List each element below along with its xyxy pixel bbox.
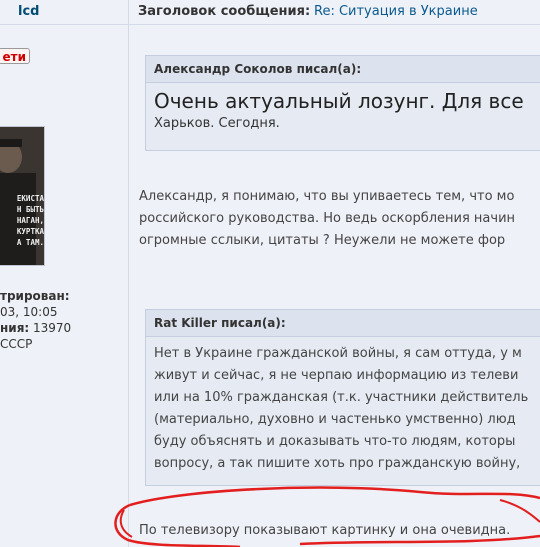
posts-count-row: ния: 13970 xyxy=(0,320,128,336)
avatar-line: А ТАМ. xyxy=(16,238,44,247)
posts-count: 13970 xyxy=(29,321,72,335)
quote-line: (материально, духовно и частенько умстве… xyxy=(154,412,516,427)
user-info: трирован: 03, 10:05 ния: 13970 СССР xyxy=(0,288,128,352)
quote-line: Нет в Украине гражданской войны, я сам о… xyxy=(154,346,522,361)
reply-text: Александр, я понимаю, что вы упиваетесь … xyxy=(139,186,515,252)
quote-author: Rat Killer писал(а): xyxy=(146,310,540,337)
quote-content: Нет в Украине гражданской войны, я сам о… xyxy=(146,337,540,481)
avatar-line: НАГАН, xyxy=(16,216,44,225)
quote-line: или на 10% гражданская (т.к. участники д… xyxy=(154,390,529,405)
reply-line: огромные сслыки, цитаты ? Неужели не мож… xyxy=(139,233,506,248)
quote-caption: Харьков. Сегодня. xyxy=(154,116,280,131)
posts-label: ния: xyxy=(0,321,30,335)
final-statement: По телевизору показывают картинку и она … xyxy=(139,523,511,538)
column-divider xyxy=(128,0,129,547)
location: СССР xyxy=(0,337,33,351)
user-profile-column xyxy=(0,0,128,547)
quote-heading-text: Очень актуальный лозунг. Для все xyxy=(154,89,524,113)
quote-line: живут и сейчас, я не черпаю информацию и… xyxy=(154,368,519,383)
avatar-caption: ЕКИСТА Н БЫТЬ НАГАН, КУРТКА А ТАМ. xyxy=(0,193,44,248)
subject-link[interactable]: Re: Ситуация в Украине xyxy=(314,4,478,19)
reply-line: Александр, я понимаю, что вы упиваетесь … xyxy=(139,189,515,204)
subject-label: Заголовок сообщения: xyxy=(138,4,311,19)
reply-line: российского руководства. Но ведь оскорбл… xyxy=(139,211,516,226)
status-button[interactable]: ети xyxy=(0,48,30,64)
quote-content: Очень актуальный лозунг. Для все Харьков… xyxy=(146,83,540,133)
quote-block: Александр Соколов писал(а): Очень актуал… xyxy=(145,55,540,151)
registered-date: 03, 10:05 xyxy=(0,305,58,319)
quote-block: Rat Killer писал(а): Нет в Украине гражд… xyxy=(145,309,540,486)
author-username[interactable]: lcd xyxy=(18,4,39,19)
quote-line: буду объяснять и доказывать что-то людям… xyxy=(154,434,516,449)
avatar: ЕКИСТА Н БЫТЬ НАГАН, КУРТКА А ТАМ. xyxy=(0,126,45,266)
quote-line: вопросу, а так пишите хоть про гражданск… xyxy=(154,456,521,471)
avatar-line: ЕКИСТА xyxy=(16,194,44,203)
avatar-line: КУРТКА xyxy=(16,227,44,236)
registered-label: трирован: xyxy=(0,289,70,303)
quote-author: Александр Соколов писал(а): xyxy=(146,56,540,83)
avatar-line: Н БЫТЬ xyxy=(16,205,44,214)
